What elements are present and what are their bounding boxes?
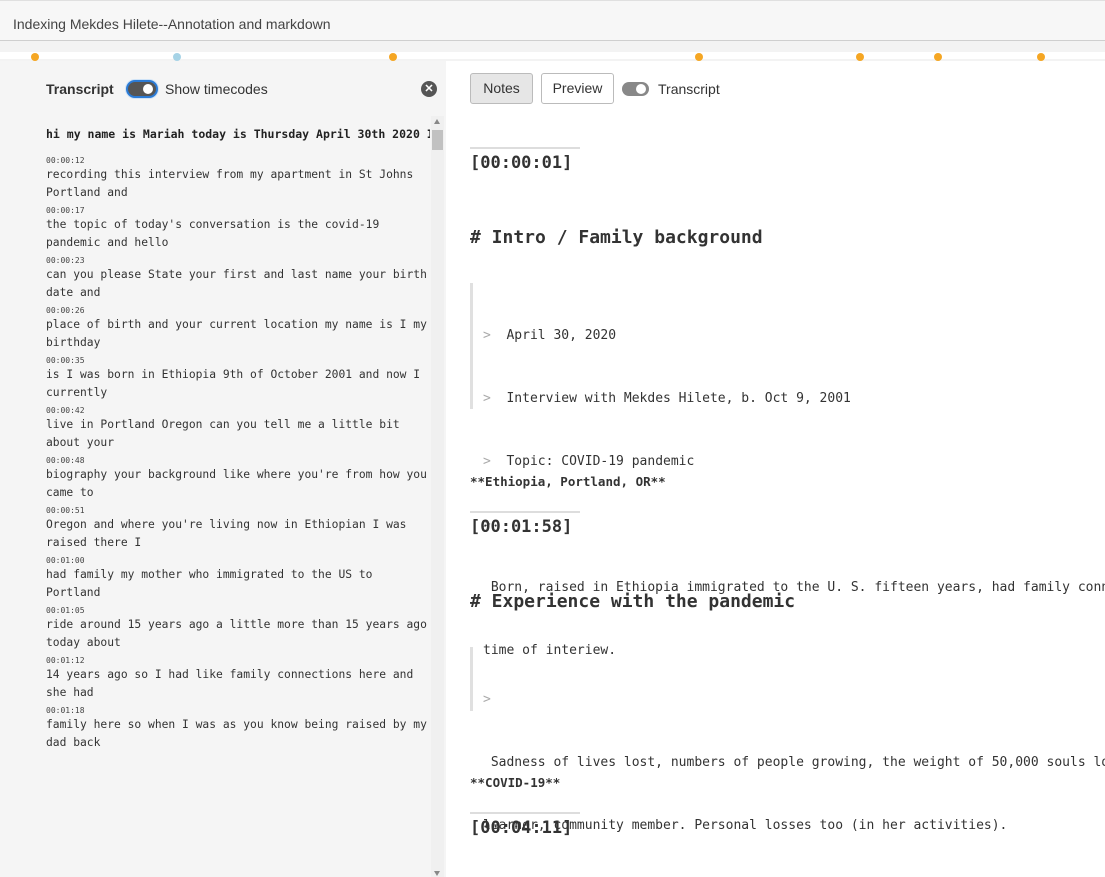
bold-keywords[interactable]: **Ethiopia, Portland, OR**	[470, 474, 666, 489]
timecode[interactable]: 00:00:12	[46, 155, 430, 166]
transcript-toggle[interactable]	[622, 82, 649, 96]
notes-button[interactable]: Notes	[470, 73, 533, 104]
timecode[interactable]: 00:00:48	[46, 455, 430, 466]
bold-keywords[interactable]: **COVID-19**	[470, 775, 560, 790]
blockquote-line[interactable]: Sadness of lives lost, numbers of people…	[483, 752, 1105, 773]
toggle-knob	[636, 84, 646, 94]
segment-text[interactable]: place of birth and your current location…	[46, 316, 430, 355]
timestamp[interactable]: [00:00:01]	[470, 147, 580, 173]
scroll-up-icon[interactable]	[434, 119, 440, 124]
blockquote-line[interactable]: > Interview with Mekdes Hilete, b. Oct 9…	[483, 388, 1105, 409]
title-bar: Indexing Mekdes Hilete--Annotation and m…	[0, 0, 1105, 41]
segment-text[interactable]: live in Portland Oregon can you tell me …	[46, 416, 430, 455]
segment-text[interactable]: family here so when I was as you know be…	[46, 716, 430, 755]
transcript-segment[interactable]: 00:00:23 can you please State your first …	[46, 255, 430, 305]
timecode[interactable]: 00:00:51	[46, 505, 430, 516]
timecode[interactable]: 00:01:05	[46, 605, 430, 616]
timecode[interactable]: 00:00:23	[46, 255, 430, 266]
transcript-scrollbar[interactable]	[431, 116, 444, 877]
show-timecodes-toggle[interactable]	[126, 80, 158, 98]
transcript-header: Transcript Show timecodes ✕	[0, 61, 446, 116]
toggle-knob	[143, 84, 153, 94]
timeline-marker[interactable]	[1037, 53, 1045, 61]
transcript-segment[interactable]: 00:00:51 Oregon and where you're living n…	[46, 505, 430, 555]
timecode[interactable]: 00:01:00	[46, 555, 430, 566]
document-title: Indexing Mekdes Hilete--Annotation and m…	[13, 16, 331, 32]
timestamp[interactable]: [00:04:11]	[470, 812, 580, 838]
transcript-segment[interactable]: 00:01:05 ride around 15 years ago a littl…	[46, 605, 430, 655]
segment-text[interactable]: can you please State your first and last…	[46, 266, 430, 305]
timestamp[interactable]: [00:01:58]	[470, 511, 580, 537]
segment-text[interactable]: recording this interview from my apartme…	[46, 166, 430, 205]
transcript-segment[interactable]: 00:00:48 biography your background like w…	[46, 455, 430, 505]
transcript-toggle-label[interactable]: Transcript	[658, 81, 720, 97]
segment-text[interactable]: ride around 15 years ago a little more t…	[46, 616, 430, 655]
timeline-marker[interactable]	[389, 53, 397, 61]
transcript-panel: Transcript Show timecodes ✕ hi my name i…	[0, 61, 446, 877]
transcript-first-line[interactable]: hi my name is Mariah today is Thursday A…	[46, 127, 430, 155]
timeline-marker[interactable]	[31, 53, 39, 61]
preview-button[interactable]: Preview	[541, 73, 614, 104]
notes-panel: Notes Preview Transcript [00:00:01] # In…	[446, 61, 1105, 877]
blockquote[interactable]: > April 30, 2020 > Interview with Mekdes…	[470, 283, 1105, 658]
close-icon[interactable]: ✕	[421, 81, 437, 97]
transcript-segment[interactable]: 00:00:12 recording this interview from my…	[46, 155, 430, 205]
scroll-down-icon[interactable]	[434, 871, 440, 876]
segment-text[interactable]: Oregon and where you're living now in Et…	[46, 516, 430, 555]
show-timecodes-label[interactable]: Show timecodes	[165, 81, 268, 97]
blockquote-line[interactable]: > Topic: COVID-19 pandemic	[483, 451, 1105, 472]
transcript-segment[interactable]: 00:00:26 place of birth and your current …	[46, 305, 430, 355]
timecode[interactable]: 00:00:17	[46, 205, 430, 216]
transcript-segment[interactable]: 00:00:35 is I was born in Ethiopia 9th of…	[46, 355, 430, 405]
blockquote[interactable]: > Sadness of lives lost, numbers of peop…	[470, 647, 1105, 833]
transcript-segment[interactable]: 00:01:12 14 years ago so I had like famil…	[46, 655, 430, 705]
segment-text[interactable]: 14 years ago so I had like family connec…	[46, 666, 430, 705]
timecode[interactable]: 00:00:42	[46, 405, 430, 416]
timecode[interactable]: 00:01:12	[46, 655, 430, 666]
timeline-marker[interactable]	[934, 53, 942, 61]
timeline-marker[interactable]	[856, 53, 864, 61]
timeline[interactable]	[0, 41, 1105, 61]
timecode[interactable]: 00:00:35	[46, 355, 430, 366]
section-heading[interactable]: # Experience with the pandemic	[470, 591, 795, 612]
timeline-marker[interactable]	[173, 53, 181, 61]
scroll-thumb[interactable]	[432, 130, 443, 150]
segment-text[interactable]: is I was born in Ethiopia 9th of October…	[46, 366, 430, 405]
transcript-heading: Transcript	[46, 81, 114, 97]
transcript-segment[interactable]: 00:01:00 had family my mother who immigra…	[46, 555, 430, 605]
timeline-marker[interactable]	[695, 53, 703, 61]
section-heading[interactable]: # Intro / Family background	[470, 227, 763, 248]
blockquote-line[interactable]: > April 30, 2020	[483, 325, 1105, 346]
timecode[interactable]: 00:00:26	[46, 305, 430, 316]
transcript-segment[interactable]: 00:00:42 live in Portland Oregon can you …	[46, 405, 430, 455]
transcript-list[interactable]: hi my name is Mariah today is Thursday A…	[46, 127, 430, 877]
segment-text[interactable]: the topic of today's conversation is the…	[46, 216, 430, 255]
blockquote-line[interactable]: >	[483, 689, 1105, 710]
transcript-segment[interactable]: 00:01:18 family here so when I was as you…	[46, 705, 430, 755]
segment-text[interactable]: had family my mother who immigrated to t…	[46, 566, 430, 605]
transcript-segment[interactable]: 00:00:17 the topic of today's conversatio…	[46, 205, 430, 255]
segment-text[interactable]: biography your background like where you…	[46, 466, 430, 505]
timecode[interactable]: 00:01:18	[46, 705, 430, 716]
